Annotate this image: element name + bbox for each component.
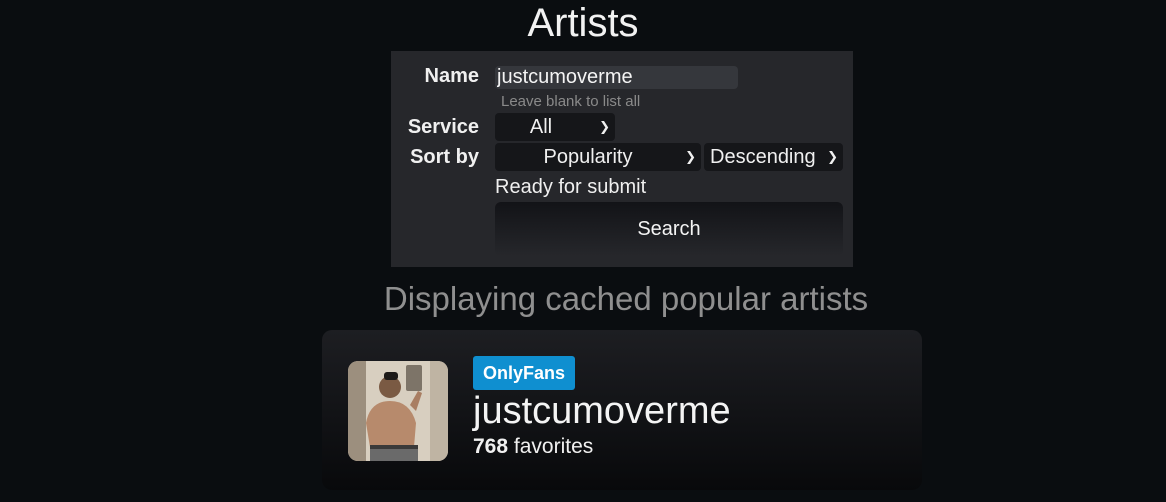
form-status: Ready for submit [495, 176, 647, 198]
chevron-down-icon: ❯ [599, 119, 610, 134]
chevron-down-icon: ❯ [827, 149, 838, 164]
service-select[interactable]: All ❯ [495, 113, 615, 141]
artist-card[interactable]: OnlyFans justcumoverme 768 favorites [322, 330, 922, 490]
sort-order-select-value: Descending [710, 146, 816, 168]
artist-favorites: 768 favorites [473, 435, 593, 459]
sort-label: Sort by [410, 146, 479, 168]
sort-by-select[interactable]: Popularity ❯ [495, 143, 701, 171]
chevron-down-icon: ❯ [685, 149, 696, 164]
favorites-label: favorites [513, 435, 594, 458]
search-button[interactable]: Search [495, 202, 843, 256]
artist-name: justcumoverme [473, 390, 731, 432]
sort-by-select-value: Popularity [543, 146, 633, 168]
page-title: Artists [527, 1, 639, 45]
service-select-value: All [529, 116, 553, 138]
results-heading: Displaying cached popular artists [383, 280, 869, 317]
artist-search-form: Name Leave blank to list all Service All… [391, 51, 853, 267]
name-hint: Leave blank to list all [501, 93, 641, 110]
service-badge-onlyfans: OnlyFans [473, 356, 576, 390]
name-input[interactable] [495, 66, 738, 89]
service-label: Service [407, 116, 479, 138]
artist-avatar [348, 361, 448, 461]
name-label: Name [424, 65, 479, 87]
sort-order-select[interactable]: Descending ❯ [704, 143, 843, 171]
favorites-count: 768 [473, 435, 509, 458]
